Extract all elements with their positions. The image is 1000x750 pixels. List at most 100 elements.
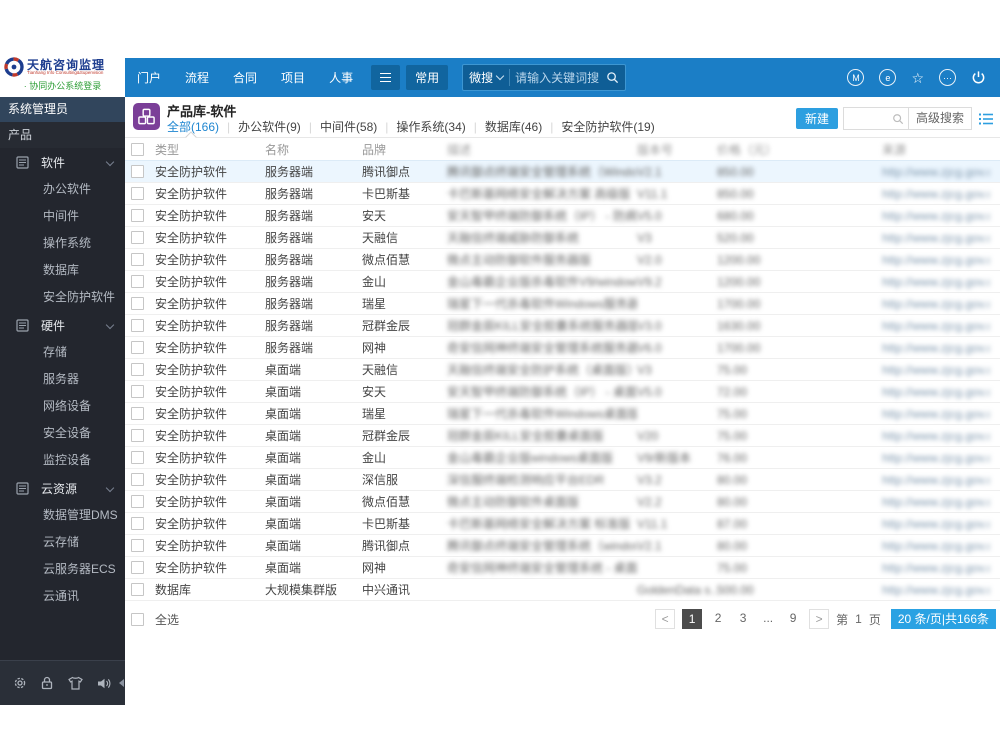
more-icon[interactable]: ··· xyxy=(939,69,956,86)
message-icon[interactable]: e xyxy=(879,69,897,86)
sidebar-item-数据管理DMS[interactable]: 数据管理DMS xyxy=(0,502,125,529)
jump-page-input[interactable]: 1 xyxy=(855,612,862,626)
table-row[interactable]: 安全防护软件 桌面端 安天 安天智甲终端防御系统（IP） - 桌面版 V5.0 72.00… xyxy=(125,381,1000,403)
sidebar-item-办公软件[interactable]: 办公软件 xyxy=(0,176,125,203)
table-row[interactable]: 安全防护软件 桌面端 天融信 天融信终端安全防护系统（桌面版） V3 75.00 http:… xyxy=(125,359,1000,381)
sidebar-item-云服务器ECS[interactable]: 云服务器ECS xyxy=(0,556,125,583)
row-checkbox[interactable] xyxy=(131,539,144,552)
row-checkbox[interactable] xyxy=(131,583,144,596)
volume-icon[interactable] xyxy=(96,676,113,691)
page-button-3[interactable]: 3 xyxy=(734,609,752,627)
tab-separator: | xyxy=(473,119,477,134)
header-checkbox[interactable] xyxy=(131,142,144,156)
table-row[interactable]: 安全防护软件 服务器端 冠群金辰 冠群金辰KILL安全胶囊系统服务器版 V3.0 1630… xyxy=(125,315,1000,337)
gear-icon[interactable] xyxy=(12,675,28,691)
tab-安全防护软件(19)[interactable]: 安全防护软件(19) xyxy=(561,118,654,135)
theme-shirt-icon[interactable] xyxy=(67,676,84,691)
search-icon[interactable] xyxy=(606,71,619,84)
table-row[interactable]: 安全防护软件 服务器端 卡巴斯基 卡巴斯基网络安全解决方案 高级版（KES）标准V11… xyxy=(125,183,1000,205)
table-row[interactable]: 安全防护软件 桌面端 卡巴斯基 卡巴斯基网络安全解决方案 标准版（KES） - KS…… xyxy=(125,513,1000,535)
sidebar-item-云通讯[interactable]: 云通讯 xyxy=(0,583,125,610)
row-checkbox[interactable] xyxy=(131,495,144,508)
table-row[interactable]: 安全防护软件 桌面端 微点佰慧 微点主动防御软件桌面版 V2.2 80.00 http://… xyxy=(125,491,1000,513)
power-logout-icon[interactable] xyxy=(971,70,986,85)
tab-办公软件(9)[interactable]: 办公软件(9) xyxy=(238,118,301,135)
sidebar-item-存储[interactable]: 存储 xyxy=(0,339,125,366)
select-all-checkbox[interactable] xyxy=(131,612,144,626)
nav-item-流程[interactable]: 流程 xyxy=(173,69,221,86)
frequent-button[interactable]: 常用 xyxy=(406,65,449,90)
table-row[interactable]: 安全防护软件 桌面端 冠群金辰 冠群金辰KILL安全胶囊桌面版 V20 75.00 http… xyxy=(125,425,1000,447)
sidebar-section-软件[interactable]: 软件 xyxy=(0,148,125,176)
row-checkbox[interactable] xyxy=(131,187,144,200)
row-checkbox[interactable] xyxy=(131,319,144,332)
row-checkbox[interactable] xyxy=(131,429,144,442)
page-button-9[interactable]: 9 xyxy=(784,609,802,627)
favorites-star-icon[interactable]: ☆ xyxy=(911,71,924,85)
new-button[interactable]: 新建 xyxy=(795,108,838,129)
nav-item-人事[interactable]: 人事 xyxy=(317,69,365,86)
row-checkbox[interactable] xyxy=(131,561,144,574)
lock-icon[interactable] xyxy=(40,675,54,691)
list-view-icon[interactable] xyxy=(978,112,994,126)
sidebar-item-安全防护软件[interactable]: 安全防护软件 xyxy=(0,284,125,311)
sidebar-item-网络设备[interactable]: 网络设备 xyxy=(0,393,125,420)
prev-page-button[interactable]: < xyxy=(655,609,676,629)
table-row[interactable]: 安全防护软件 服务器端 安天 安天智甲终端防御系统（IP） - 防病毒服务器版V5.0… xyxy=(125,205,1000,227)
m-badge-icon[interactable]: M xyxy=(847,69,865,86)
table-row[interactable]: 安全防护软件 服务器端 天融信 天融信终端威胁防御系统 V3 520.00 http://w… xyxy=(125,227,1000,249)
table-row[interactable]: 安全防护软件 桌面端 腾讯御点 腾讯御点终端安全管理系统（windows版）/ V2.… xyxy=(125,535,1000,557)
table-row[interactable]: 安全防护软件 桌面端 网神 奇安信网神终端安全管理系统 - 桌面版 75.00 http:… xyxy=(125,557,1000,579)
sidebar-item-安全设备[interactable]: 安全设备 xyxy=(0,420,125,447)
row-checkbox[interactable] xyxy=(131,407,144,420)
nav-item-门户[interactable]: 门户 xyxy=(125,69,173,86)
row-checkbox[interactable] xyxy=(131,253,144,266)
row-checkbox[interactable] xyxy=(131,473,144,486)
cell-brand: 瑞星 xyxy=(362,297,387,311)
row-checkbox[interactable] xyxy=(131,363,144,376)
row-checkbox[interactable] xyxy=(131,517,144,530)
sidebar-item-数据库[interactable]: 数据库 xyxy=(0,257,125,284)
nav-item-项目[interactable]: 项目 xyxy=(269,69,317,86)
table-search-icon[interactable] xyxy=(892,113,904,125)
nav-item-合同[interactable]: 合同 xyxy=(221,69,269,86)
next-page-button[interactable]: > xyxy=(809,609,830,629)
tab-中间件(58)[interactable]: 中间件(58) xyxy=(320,118,377,135)
row-checkbox[interactable] xyxy=(131,341,144,354)
table-row[interactable]: 安全防护软件 桌面端 深信服 深信服终端检测响应平台EDR V3.2 80.00 http:… xyxy=(125,469,1000,491)
table-row[interactable]: 安全防护软件 服务器端 瑞星 瑞星下一代杀毒软件Windows服务器版 1700.00 h… xyxy=(125,293,1000,315)
sidebar-item-服务器[interactable]: 服务器 xyxy=(0,366,125,393)
collapse-arrow-icon[interactable] xyxy=(119,679,124,687)
table-row[interactable]: 安全防护软件 桌面端 瑞星 瑞星下一代杀毒软件Windows桌面版 75.00 http:… xyxy=(125,403,1000,425)
table-row[interactable]: 安全防护软件 服务器端 金山 金山毒霸企业版杀毒软件V9/windows服务器版V9.… xyxy=(125,271,1000,293)
page-button-1[interactable]: 1 xyxy=(682,609,703,629)
page-button-2[interactable]: 2 xyxy=(709,609,727,627)
table-row[interactable]: 安全防护软件 服务器端 微点佰慧 微点主动防御软件服务器版 V2.0 1200.00 htt… xyxy=(125,249,1000,271)
search-input[interactable] xyxy=(510,70,607,85)
row-checkbox[interactable] xyxy=(131,275,144,288)
sidebar-section-云资源[interactable]: 云资源 xyxy=(0,474,125,502)
oa-login-link[interactable]: · 协同办公系统登录 xyxy=(0,79,125,92)
row-checkbox[interactable] xyxy=(131,451,144,464)
search-scope-dropdown[interactable]: 微搜 xyxy=(469,69,511,86)
nav-menu-button[interactable] xyxy=(371,65,401,90)
sidebar-item-监控设备[interactable]: 监控设备 xyxy=(0,447,125,474)
sidebar-section-硬件[interactable]: 硬件 xyxy=(0,311,125,339)
table-search-input[interactable] xyxy=(843,111,892,126)
table-row[interactable]: 安全防护软件 服务器端 腾讯御点 腾讯御点终端安全管理系统（Windows版）V2.1… xyxy=(125,161,1000,183)
row-checkbox[interactable] xyxy=(131,165,144,178)
tab-操作系统(34)[interactable]: 操作系统(34) xyxy=(396,118,465,135)
sidebar-item-product-root[interactable]: 产品 xyxy=(0,122,125,148)
sidebar-item-操作系统[interactable]: 操作系统 xyxy=(0,230,125,257)
table-row[interactable]: 安全防护软件 桌面端 金山 金山毒霸企业版windows桌面版 V9/新版本 76.00 h… xyxy=(125,447,1000,469)
table-row[interactable]: 数据库 大规模集群版 中兴通讯 GoldenData s… 500.00 http://w… xyxy=(125,579,1000,601)
sidebar-item-云存储[interactable]: 云存储 xyxy=(0,529,125,556)
tab-数据库(46)[interactable]: 数据库(46) xyxy=(485,118,542,135)
row-checkbox[interactable] xyxy=(131,297,144,310)
row-checkbox[interactable] xyxy=(131,231,144,244)
row-checkbox[interactable] xyxy=(131,209,144,222)
sidebar-item-中间件[interactable]: 中间件 xyxy=(0,203,125,230)
advanced-search-button[interactable]: 高级搜索 xyxy=(907,108,971,129)
row-checkbox[interactable] xyxy=(131,385,144,398)
table-row[interactable]: 安全防护软件 服务器端 网神 奇安信网神终端安全管理系统服务器版 V6.0 1700.00… xyxy=(125,337,1000,359)
